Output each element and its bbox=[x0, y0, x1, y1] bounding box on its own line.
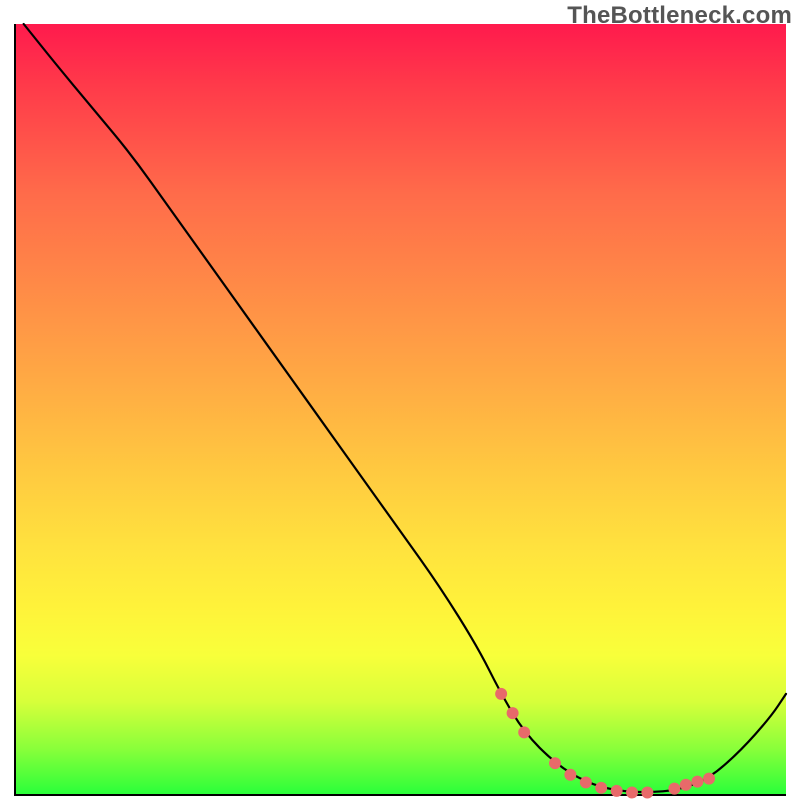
marker-dot bbox=[680, 779, 692, 791]
highlight-markers bbox=[495, 688, 715, 799]
marker-dot bbox=[549, 757, 561, 769]
marker-dot bbox=[564, 769, 576, 781]
marker-dot bbox=[518, 726, 530, 738]
marker-dot bbox=[668, 783, 680, 795]
marker-dot bbox=[703, 773, 715, 785]
plot-area bbox=[14, 24, 786, 796]
marker-dot bbox=[580, 776, 592, 788]
chart-svg bbox=[16, 24, 786, 794]
curve-line bbox=[24, 24, 786, 792]
chart-stage: TheBottleneck.com bbox=[0, 0, 800, 800]
marker-dot bbox=[495, 688, 507, 700]
marker-dot bbox=[595, 782, 607, 794]
marker-dot bbox=[626, 787, 638, 799]
marker-dot bbox=[507, 707, 519, 719]
marker-dot bbox=[691, 776, 703, 788]
marker-dot bbox=[611, 785, 623, 797]
marker-dot bbox=[641, 787, 653, 799]
